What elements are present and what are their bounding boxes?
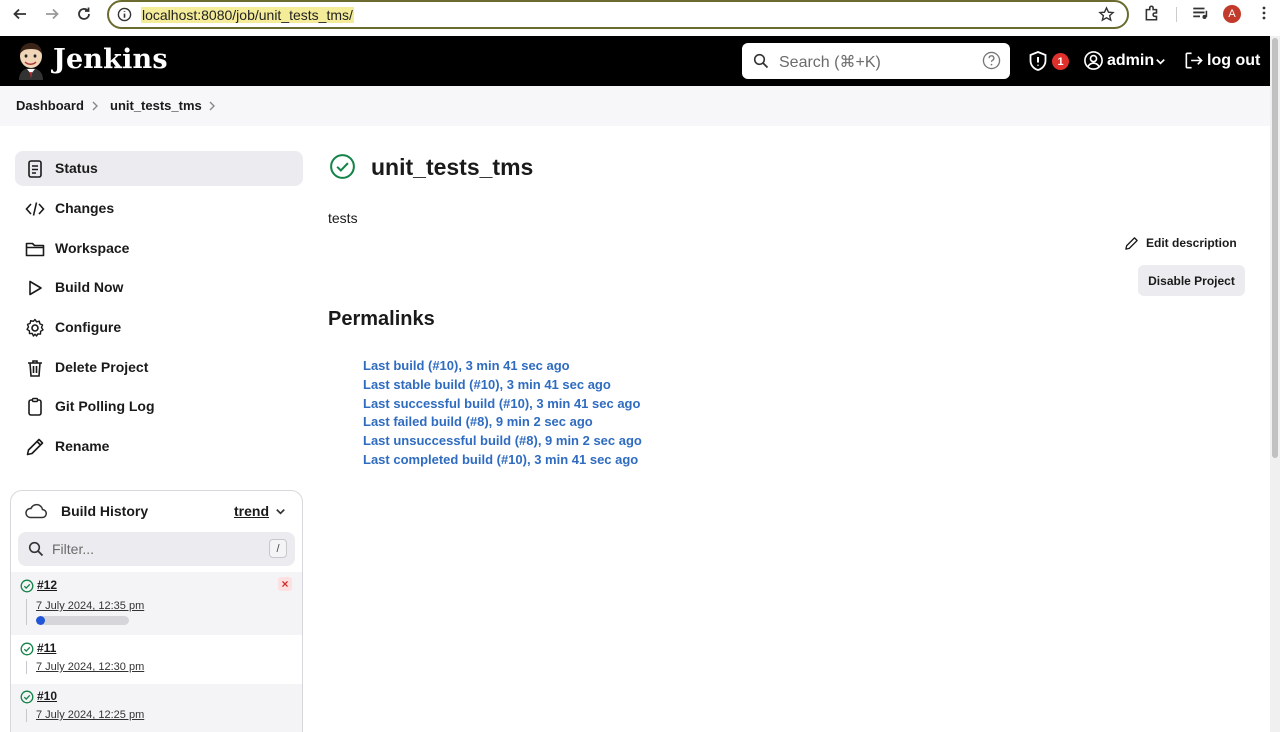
sidebar-item-build-now[interactable]: Build Now xyxy=(15,270,303,305)
gear-icon xyxy=(26,318,44,337)
timeline-line xyxy=(26,599,27,625)
chevron-right-icon xyxy=(92,101,98,111)
jenkins-brand[interactable]: Jenkins xyxy=(53,44,168,75)
permalink-last-stable-build[interactable]: Last stable build (#10), 3 min 41 sec ag… xyxy=(363,376,642,395)
sidebar-item-status[interactable]: Status xyxy=(15,151,303,186)
toolbar-divider xyxy=(1176,7,1177,22)
search-box[interactable]: Search (⌘+K) xyxy=(742,43,1010,79)
permalink-last-build[interactable]: Last build (#10), 3 min 41 sec ago xyxy=(363,357,642,376)
build-history-panel: Build History trend Filter... / #12 × 7 … xyxy=(10,490,303,732)
sidebar-item-git-polling-log[interactable]: Git Polling Log xyxy=(15,389,303,424)
user-avatar-icon[interactable] xyxy=(1083,50,1104,71)
filter-shortcut-key: / xyxy=(269,539,287,558)
build-number[interactable]: #12 xyxy=(37,578,57,592)
permalink-last-completed-build[interactable]: Last completed build (#10), 3 min 41 sec… xyxy=(363,451,642,470)
chevron-right-icon[interactable] xyxy=(207,100,217,112)
sidebar-item-delete-project[interactable]: Delete Project xyxy=(15,350,303,385)
success-check-icon xyxy=(20,642,34,656)
build-history-title: Build History xyxy=(61,503,149,519)
sidebar-item-configure[interactable]: Configure xyxy=(15,310,303,345)
build-number[interactable]: #11 xyxy=(37,641,56,655)
permalinks-list: Last build (#10), 3 min 41 sec ago Last … xyxy=(363,357,642,470)
security-shield-icon[interactable] xyxy=(1027,50,1049,72)
sidebar-item-label: Build Now xyxy=(55,279,124,295)
sidebar-item-label: Delete Project xyxy=(55,359,149,375)
back-icon[interactable] xyxy=(10,4,30,24)
sidebar-item-label: Rename xyxy=(55,438,110,454)
build-date[interactable]: 7 July 2024, 12:30 pm xyxy=(36,661,144,673)
chevron-down-icon[interactable] xyxy=(1154,55,1167,68)
url-text[interactable]: localhost:8080/job/unit_tests_tms/ xyxy=(141,7,354,23)
media-control-icon[interactable] xyxy=(1191,4,1209,22)
search-placeholder[interactable]: Search (⌘+K) xyxy=(779,52,881,72)
filter-placeholder[interactable]: Filter... xyxy=(52,541,94,557)
sidebar-item-label: Changes xyxy=(55,200,115,216)
jenkins-logo-icon[interactable] xyxy=(16,42,46,80)
timeline-line xyxy=(26,661,27,674)
reload-icon[interactable] xyxy=(74,4,94,24)
scrollbar-thumb[interactable] xyxy=(1272,38,1278,458)
build-date[interactable]: 7 July 2024, 12:25 pm xyxy=(36,709,144,721)
site-info-icon[interactable] xyxy=(117,7,132,22)
breadcrumb: Dashboard unit_tests_tms xyxy=(0,86,1270,126)
permalinks-heading: Permalinks xyxy=(328,308,435,330)
sidebar-item-rename[interactable]: Rename xyxy=(15,429,303,464)
sidebar-item-label: Git Polling Log xyxy=(55,398,155,414)
security-count-badge[interactable]: 1 xyxy=(1052,53,1069,70)
job-description: tests xyxy=(328,210,358,226)
build-row[interactable]: #10 7 July 2024, 12:25 pm xyxy=(11,684,302,732)
sidebar-item-changes[interactable]: Changes xyxy=(15,191,303,226)
sidebar-item-label: Status xyxy=(55,160,98,176)
build-row[interactable]: #11 7 July 2024, 12:30 pm xyxy=(11,635,302,684)
sidebar-item-label: Configure xyxy=(55,319,122,335)
play-icon xyxy=(29,280,42,296)
pencil-icon xyxy=(26,438,44,456)
user-name[interactable]: admin xyxy=(1107,52,1154,70)
trend-link[interactable]: trend xyxy=(234,503,269,519)
search-icon xyxy=(753,53,769,69)
search-icon xyxy=(28,541,44,557)
folder-icon xyxy=(25,242,45,257)
address-bar[interactable]: localhost:8080/job/unit_tests_tms/ xyxy=(107,0,1129,29)
browser-menu-icon[interactable] xyxy=(1256,4,1272,22)
progress-fill xyxy=(36,616,46,625)
permalink-last-successful-build[interactable]: Last successful build (#10), 3 min 41 se… xyxy=(363,395,642,414)
breadcrumb-job[interactable]: unit_tests_tms xyxy=(110,98,202,113)
sidebar-item-label: Workspace xyxy=(55,240,130,256)
jenkins-header: Jenkins Search (⌘+K) 1 admin log out xyxy=(0,36,1270,86)
page-title: unit_tests_tms xyxy=(371,154,534,180)
success-check-icon xyxy=(20,579,34,593)
status-doc-icon xyxy=(28,160,42,178)
success-check-icon xyxy=(20,690,34,704)
page-scrollbar[interactable] xyxy=(1270,36,1280,732)
permalink-last-failed-build[interactable]: Last failed build (#8), 9 min 2 sec ago xyxy=(363,413,642,432)
clipboard-icon xyxy=(28,397,42,416)
cloud-icon xyxy=(25,503,47,519)
help-icon[interactable] xyxy=(982,51,1001,70)
chevron-down-icon[interactable] xyxy=(274,505,287,518)
timeline-line xyxy=(26,709,27,722)
logout-link[interactable]: log out xyxy=(1207,52,1260,70)
edit-description-label: Edit description xyxy=(1146,236,1237,250)
extensions-icon[interactable] xyxy=(1143,4,1161,22)
success-check-icon xyxy=(330,154,355,179)
code-icon xyxy=(25,202,45,216)
logout-icon[interactable] xyxy=(1183,50,1204,71)
build-row[interactable]: #12 × 7 July 2024, 12:35 pm xyxy=(11,572,302,635)
cancel-build-icon[interactable]: × xyxy=(278,577,292,591)
trash-icon xyxy=(28,360,42,377)
bookmark-star-icon[interactable] xyxy=(1098,6,1115,23)
pencil-icon xyxy=(1125,237,1138,250)
profile-avatar[interactable]: A xyxy=(1223,5,1241,23)
disable-project-button[interactable]: Disable Project xyxy=(1138,265,1245,296)
build-number[interactable]: #10 xyxy=(37,689,57,703)
permalink-last-unsuccessful-build[interactable]: Last unsuccessful build (#8), 9 min 2 se… xyxy=(363,432,642,451)
build-date[interactable]: 7 July 2024, 12:35 pm xyxy=(36,600,144,612)
breadcrumb-dashboard[interactable]: Dashboard xyxy=(16,98,84,113)
forward-icon[interactable] xyxy=(42,4,62,24)
build-filter-input[interactable]: Filter... / xyxy=(18,532,295,566)
sidebar-item-workspace[interactable]: Workspace xyxy=(15,231,303,266)
browser-toolbar: localhost:8080/job/unit_tests_tms/ A xyxy=(0,0,1280,36)
build-progress-bar[interactable] xyxy=(36,616,129,625)
